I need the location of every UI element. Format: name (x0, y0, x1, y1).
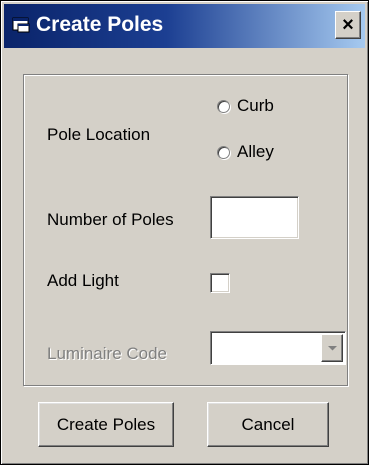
add-light-label: Add Light (47, 271, 119, 290)
close-button[interactable]: × (335, 11, 361, 39)
close-icon: × (342, 14, 354, 36)
radio-button[interactable] (217, 99, 230, 113)
create-poles-button[interactable]: Create Poles (38, 402, 174, 447)
app-window-icon (12, 17, 30, 33)
title-bar: Create Poles × (4, 4, 365, 48)
cancel-button[interactable]: Cancel (207, 402, 329, 447)
number-of-poles-label: Number of Poles (47, 210, 174, 229)
luminaire-code-select[interactable] (210, 331, 346, 365)
pole-location-label: Pole Location (47, 125, 151, 144)
add-light-checkbox[interactable] (210, 273, 230, 293)
number-of-poles-input[interactable] (210, 196, 299, 239)
luminaire-code-label: Luminaire Code (47, 344, 168, 363)
create-poles-dialog: Create Poles × Pole Location Curb Alley … (0, 0, 369, 465)
window-title: Create Poles (36, 13, 164, 36)
dropdown-arrow-button[interactable] (321, 334, 343, 362)
radio-alley[interactable]: Alley (217, 142, 274, 162)
chevron-down-icon (327, 345, 337, 350)
radio-curb-label: Curb (237, 96, 274, 115)
radio-curb[interactable]: Curb (217, 96, 274, 116)
radio-alley-label: Alley (237, 142, 274, 161)
radio-button[interactable] (217, 145, 230, 159)
